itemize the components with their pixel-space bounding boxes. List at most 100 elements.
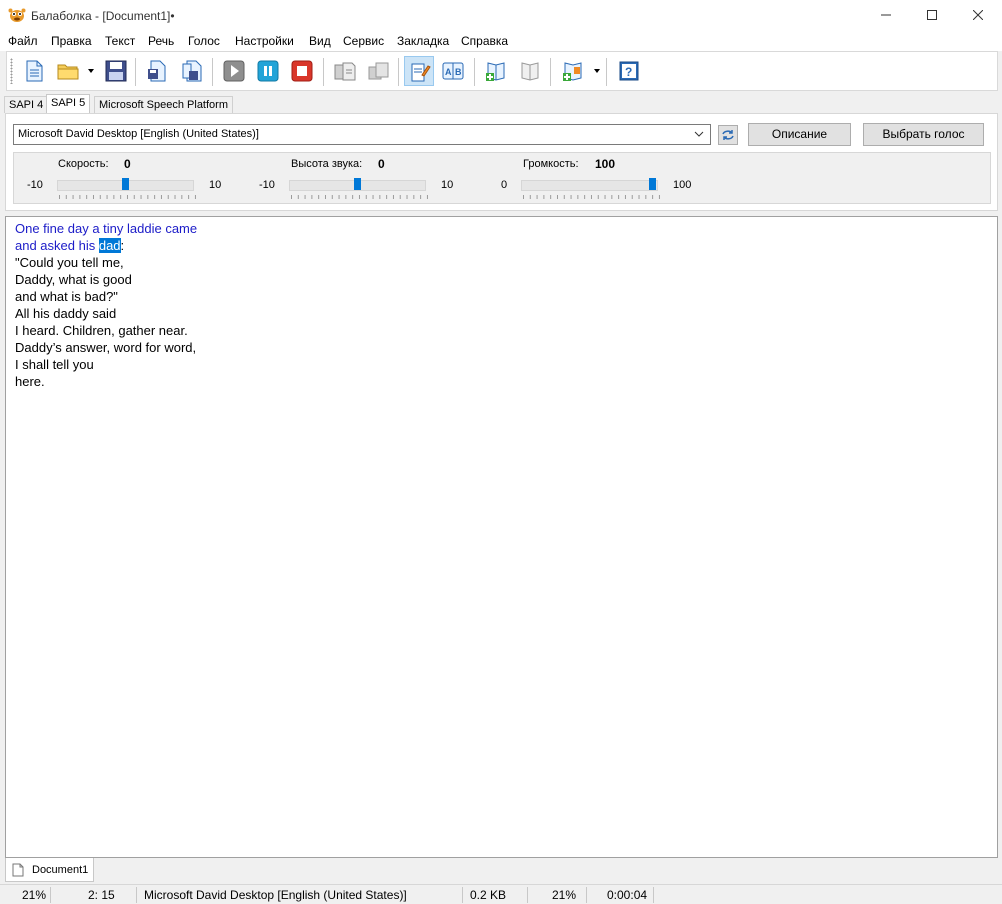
highlight-text-toggle[interactable] <box>404 56 434 86</box>
toolbar: AB ? <box>6 51 998 91</box>
choose-voice-button[interactable]: Выбрать голос <box>863 123 984 146</box>
tab-sapi5[interactable]: SAPI 5 <box>46 94 91 114</box>
unread-text-suffix: : <box>120 238 125 253</box>
status-separator <box>527 887 528 903</box>
close-icon <box>972 9 984 21</box>
speed-slider-thumb[interactable] <box>122 178 129 190</box>
maximize-icon <box>927 10 937 20</box>
text-editor[interactable]: One fine day a tiny laddie came and aske… <box>5 216 998 858</box>
menu-file[interactable]: Файл <box>8 34 38 48</box>
refresh-voices-button[interactable] <box>718 125 738 145</box>
toolbar-grip[interactable] <box>10 58 13 84</box>
read-text-line-content: One fine day a tiny laddie came <box>15 221 198 236</box>
volume-slider-ticks <box>523 195 660 199</box>
speed-label: Скорость: <box>58 158 109 170</box>
document-tab[interactable]: Document1 <box>5 858 94 882</box>
pitch-slider-thumb[interactable] <box>354 178 361 190</box>
dictionary-button[interactable]: AB <box>438 56 468 86</box>
selected-word[interactable]: dad <box>98 238 121 253</box>
status-voice: Microsoft David Desktop [English (United… <box>144 888 407 902</box>
menu-edit[interactable]: Правка <box>51 34 92 48</box>
voice-panel: Microsoft David Desktop [English (United… <box>5 113 998 211</box>
bookmark-add-icon <box>486 62 505 81</box>
batch-convert-button[interactable] <box>176 56 206 86</box>
text-line: Daddy’s answer, word for word, <box>15 340 197 355</box>
refresh-icon <box>722 130 734 140</box>
play-icon <box>223 60 245 82</box>
close-button[interactable] <box>955 0 1001 31</box>
tab-speech-platform[interactable]: Microsoft Speech Platform <box>94 96 233 113</box>
status-separator <box>653 887 654 903</box>
svg-text:?: ? <box>625 65 632 79</box>
play-button[interactable] <box>219 56 249 86</box>
text-line: "Could you tell me, <box>15 255 124 270</box>
text-line: and what is bad?" <box>15 289 118 304</box>
volume-slider-thumb[interactable] <box>649 178 656 190</box>
voice-select-value: Microsoft David Desktop [English (United… <box>18 128 259 140</box>
add-bookmark-button[interactable] <box>481 56 511 86</box>
help-button[interactable]: ? <box>614 56 644 86</box>
minimize-icon <box>881 14 891 16</box>
read-clipboard-icon <box>334 62 356 81</box>
voice-description-button[interactable]: Описание <box>748 123 851 146</box>
menu-bookmark[interactable]: Закладка <box>397 34 449 48</box>
pitch-min: -10 <box>259 179 275 191</box>
menu-help[interactable]: Справка <box>461 34 508 48</box>
bookmark-icon <box>521 62 539 81</box>
voice-select[interactable]: Microsoft David Desktop [English (United… <box>13 124 711 145</box>
status-time: 0:00:04 <box>607 888 648 902</box>
save-audio-button[interactable] <box>142 56 172 86</box>
menu-voice[interactable]: Голос <box>188 34 220 48</box>
status-cursor-position: 2: 15 <box>88 888 115 902</box>
stop-icon <box>291 60 313 82</box>
volume-slider-track[interactable] <box>521 180 658 191</box>
tab-sapi4[interactable]: SAPI 4 <box>4 96 49 113</box>
pitch-value: 0 <box>378 157 385 171</box>
save-button[interactable] <box>101 56 131 86</box>
menu-settings[interactable]: Настройки <box>235 34 294 48</box>
svg-text:B: B <box>455 67 462 77</box>
stop-button[interactable] <box>287 56 317 86</box>
floppy-disk-icon <box>105 60 127 82</box>
text-line: All his daddy said <box>15 306 117 321</box>
text-line: I shall tell you <box>15 357 94 372</box>
text-line: here. <box>15 374 45 389</box>
volume-min: 0 <box>501 179 508 191</box>
highlight-pen-icon <box>411 63 431 82</box>
dictionary-ab-icon: AB <box>442 62 464 80</box>
svg-text:A: A <box>445 67 452 77</box>
menu-speech[interactable]: Речь <box>148 34 174 48</box>
menu-view[interactable]: Вид <box>309 34 331 48</box>
maximize-button[interactable] <box>909 0 955 31</box>
title-bar: Балаболка - [Document1]• <box>0 0 1002 31</box>
read-clipboard-button[interactable] <box>330 56 360 86</box>
chevron-down-icon <box>694 131 704 137</box>
menu-tools[interactable]: Сервис <box>343 34 384 48</box>
new-document-button[interactable] <box>19 56 49 86</box>
toolbar-separator <box>474 58 475 86</box>
book-add-icon <box>563 62 582 81</box>
insert-voice-tag-button[interactable] <box>558 56 588 86</box>
go-to-bookmark-button[interactable] <box>515 56 545 86</box>
clipboard-convert-button[interactable] <box>364 56 394 86</box>
speed-min: -10 <box>27 179 43 191</box>
help-question-icon: ? <box>619 61 639 81</box>
menu-text[interactable]: Текст <box>105 34 135 48</box>
chevron-down-icon[interactable] <box>88 69 94 73</box>
pitch-slider-ticks <box>291 195 428 199</box>
open-file-button[interactable] <box>53 56 83 86</box>
new-document-icon <box>26 60 43 82</box>
minimize-button[interactable] <box>863 0 909 31</box>
speed-slider-ticks <box>59 195 196 199</box>
pause-button[interactable] <box>253 56 283 86</box>
balabolka-logo-icon <box>8 7 26 23</box>
voice-settings-sliders: Скорость: 0 -10 10 Высота звука: 0 -10 1… <box>13 152 991 204</box>
app-window: Балаболка - [Document1]• Файл Правка Тек… <box>0 0 1002 904</box>
status-file-size: 0.2 KB <box>470 888 507 902</box>
pitch-label: Высота звука: <box>291 158 363 170</box>
text-line: I heard. Children, gather near. <box>15 323 188 338</box>
volume-value: 100 <box>595 157 616 171</box>
save-audio-icon <box>148 60 166 82</box>
status-separator <box>462 887 463 903</box>
chevron-down-icon[interactable] <box>594 69 600 73</box>
